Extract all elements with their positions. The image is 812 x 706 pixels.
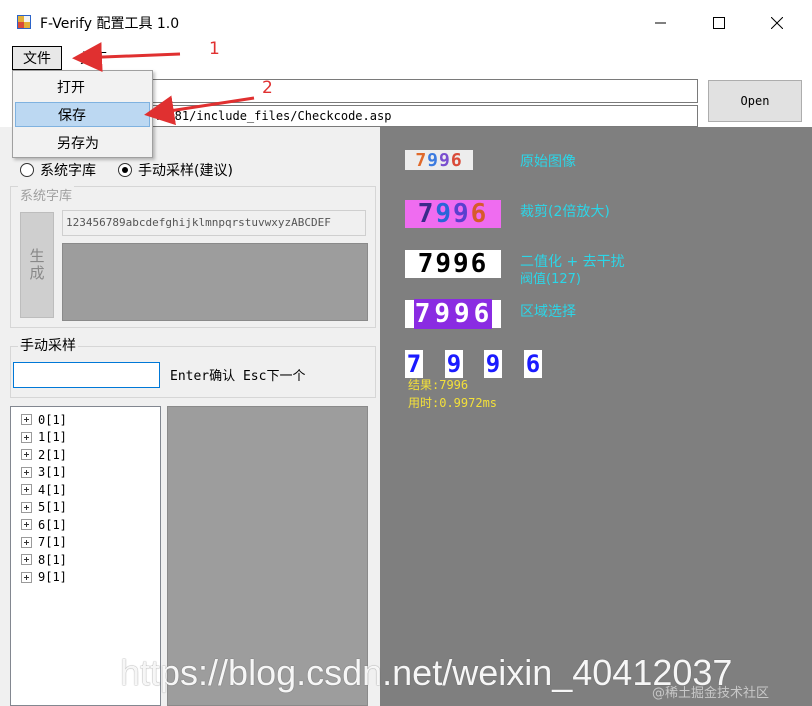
annotation-step-1: 1 (209, 39, 220, 59)
annotation-arrows (72, 42, 255, 126)
arrow-1 (72, 42, 181, 73)
watermark-url: https://blog.csdn.net/weixin_40412037 (120, 652, 733, 693)
watermark-community: @稀土掘金技术社区 (652, 686, 770, 701)
annotation-step-2: 2 (262, 78, 273, 98)
arrow-2 (144, 95, 255, 126)
